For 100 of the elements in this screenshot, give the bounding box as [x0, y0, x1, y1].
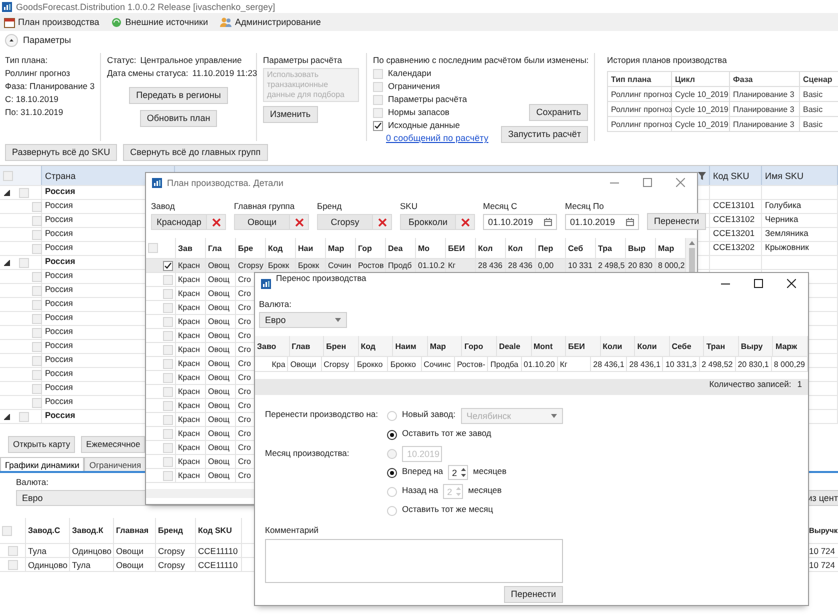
checkbox[interactable] [32, 342, 42, 352]
checkbox[interactable] [163, 372, 173, 382]
radio-button[interactable] [387, 468, 397, 478]
checkbox[interactable] [373, 82, 383, 92]
checkbox[interactable] [163, 330, 173, 340]
toolbar-button[interactable]: Развернуть всё до SKU [5, 144, 118, 160]
column-header[interactable]: Наим [393, 336, 428, 356]
column-header[interactable]: Гла [206, 238, 236, 258]
column-header[interactable]: Себ [566, 238, 596, 258]
column-header[interactable]: Себе [670, 336, 704, 356]
clear-button[interactable] [456, 214, 475, 230]
checkbox[interactable] [32, 202, 42, 212]
checkbox[interactable] [19, 188, 29, 198]
column-header[interactable]: Бренд [156, 518, 196, 543]
transfer-button[interactable]: Перенести [504, 586, 563, 603]
action-button[interactable]: Обновить план [140, 110, 218, 127]
checkbox[interactable] [163, 400, 173, 410]
tab[interactable]: Графики динамики [0, 457, 84, 471]
column-header[interactable]: Мо [416, 238, 446, 258]
column-header[interactable]: Завод.С [26, 518, 70, 543]
action-button[interactable]: Передать в регионы [129, 87, 228, 104]
checkbox[interactable] [148, 243, 158, 253]
checkbox[interactable] [32, 244, 42, 254]
clear-button[interactable] [290, 214, 309, 230]
column-header[interactable]: Имя SKU [762, 166, 838, 185]
action-button[interactable]: Запустить расчёт [501, 126, 588, 143]
clear-button[interactable] [373, 214, 392, 230]
comment-field[interactable] [265, 539, 563, 583]
checkbox[interactable] [163, 386, 173, 396]
column-header[interactable]: Код [358, 336, 394, 356]
messages-link[interactable]: 0 сообщений по расчёту [386, 133, 488, 143]
checkbox[interactable] [163, 456, 173, 466]
checkbox[interactable] [373, 94, 383, 104]
column-header[interactable]: Завод.К [70, 518, 114, 543]
column-header[interactable]: Mont [532, 336, 566, 356]
checkbox[interactable] [32, 328, 42, 338]
checkbox[interactable] [373, 68, 383, 78]
column-header[interactable]: Код SKU [710, 166, 762, 185]
expand-icon[interactable] [4, 260, 10, 266]
checkbox[interactable] [163, 414, 173, 424]
checkbox[interactable] [373, 108, 383, 118]
column-header[interactable]: Код SKU [196, 518, 242, 543]
minimize-icon[interactable] [721, 282, 730, 284]
checkbox[interactable] [163, 358, 173, 368]
checkbox[interactable] [163, 428, 173, 438]
column-header[interactable]: Тран [704, 336, 739, 356]
checkbox[interactable] [19, 412, 29, 422]
checkbox[interactable] [32, 356, 42, 366]
spinner-arrows-icon[interactable] [461, 467, 466, 478]
radio-button[interactable] [387, 430, 397, 440]
column-header[interactable]: Выр [626, 238, 656, 258]
checkbox[interactable] [32, 300, 42, 310]
action-button[interactable]: Ежемесячное [81, 436, 146, 452]
clear-button[interactable] [207, 214, 226, 230]
checkbox[interactable] [19, 258, 29, 268]
checkbox[interactable] [163, 316, 173, 326]
column-header[interactable]: Коли [635, 336, 670, 356]
column-header[interactable]: Мар [326, 238, 356, 258]
menu-item[interactable]: План производства [2, 16, 102, 28]
checkbox[interactable] [163, 442, 173, 452]
column-header[interactable]: Заво [255, 336, 290, 356]
column-header[interactable]: Главная [114, 518, 156, 543]
checkbox[interactable] [3, 170, 13, 180]
action-button[interactable]: Сохранить [529, 104, 588, 121]
checkbox[interactable] [163, 260, 173, 270]
action-button[interactable]: Открыть карту [8, 436, 76, 452]
checkbox[interactable] [373, 120, 383, 130]
column-header[interactable]: Тра [596, 238, 626, 258]
column-header[interactable]: Зав [176, 238, 206, 258]
checkbox[interactable] [163, 302, 173, 312]
selected-row[interactable]: Красн Овощ Cropsy Брокк Брокк Сочин Ростов Продб 01.10.2 Кг 28 436 28 436 0,00 10 331 2 498,5 20 830 8 000,2 [146, 259, 686, 273]
column-header[interactable]: Dea [386, 238, 416, 258]
checkbox[interactable] [163, 274, 173, 284]
column-header[interactable]: Брен [324, 336, 359, 356]
close-icon[interactable] [787, 279, 796, 288]
filter-icon[interactable] [698, 172, 706, 180]
toolbar-button[interactable]: Свернуть всё до главных групп [123, 144, 268, 160]
checkbox[interactable] [32, 230, 42, 240]
checkbox[interactable] [32, 370, 42, 380]
checkbox[interactable] [32, 398, 42, 408]
menu-item[interactable]: Администрирование [218, 16, 323, 28]
column-header[interactable]: Марж [773, 336, 808, 356]
date-field[interactable]: 01.10.2019 [565, 214, 639, 230]
column-header[interactable]: Коли [600, 336, 636, 356]
column-header[interactable]: Мар [428, 336, 462, 356]
checkbox[interactable] [8, 546, 18, 556]
column-header[interactable]: Горо [462, 336, 497, 356]
checkbox[interactable] [163, 470, 173, 480]
checkbox[interactable] [8, 560, 18, 570]
column-header[interactable]: Пер [536, 238, 566, 258]
checkbox[interactable] [32, 286, 42, 296]
column-header[interactable]: Бре [236, 238, 266, 258]
checkbox[interactable] [32, 384, 42, 394]
scroll-up-icon[interactable] [688, 241, 694, 245]
expand-icon[interactable] [4, 190, 10, 196]
checkbox[interactable] [163, 288, 173, 298]
currency-select[interactable]: Евро [259, 312, 347, 328]
column-header[interactable]: Гор [356, 238, 386, 258]
checkbox[interactable] [163, 344, 173, 354]
column-header[interactable]: Deale [496, 336, 532, 356]
